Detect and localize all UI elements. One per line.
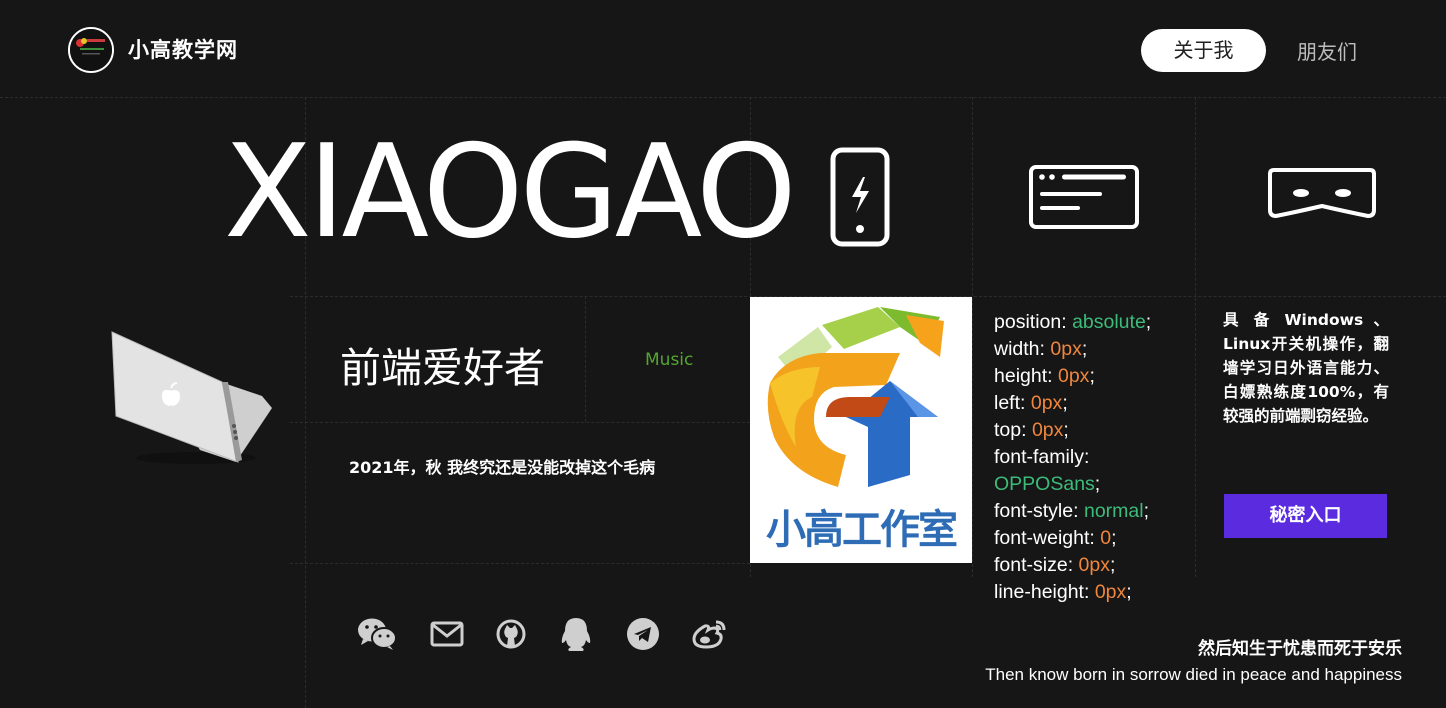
wechat-icon (358, 618, 397, 650)
qq-icon (561, 618, 591, 651)
css-property: width (994, 338, 1040, 360)
telegram-link[interactable] (623, 614, 663, 654)
diary-text: 2021年，秋 我终究还是没能改掉这个毛病 (349, 458, 656, 477)
css-property: line-height (994, 581, 1084, 603)
css-line-height: height: 0px; (994, 365, 1095, 387)
github-icon (496, 619, 526, 649)
css-line-font-size: font-size: 0px; (994, 554, 1116, 576)
email-icon (430, 621, 464, 647)
nav-about-me[interactable]: 关于我 (1141, 29, 1266, 72)
css-value: 0px (1050, 338, 1082, 360)
email-link[interactable] (427, 614, 467, 654)
quote-chinese: 然后知生于忧患而死于安乐 (1198, 639, 1402, 659)
css-value: 0px (1057, 365, 1090, 387)
css-code-snippet: position: absolute; width: 0px; height: 0p… (994, 309, 1151, 606)
css-value: OPPOSans (994, 473, 1095, 495)
qq-link[interactable] (556, 614, 596, 654)
wechat-link[interactable] (357, 614, 397, 654)
css-property: font-size (994, 554, 1068, 576)
grid-line (972, 97, 973, 577)
css-line-position: position: absolute; (994, 311, 1152, 333)
studio-logo: 小高工作室 (750, 297, 972, 563)
css-line-font-style: font-style: normal; (994, 500, 1149, 522)
grid-line (290, 563, 750, 564)
quote-english: Then know born in sorrow died in peace a… (985, 665, 1402, 684)
weibo-icon (692, 620, 726, 649)
studio-logo-graphic (767, 307, 944, 487)
site-logo[interactable] (68, 27, 114, 73)
nav-friends[interactable]: 朋友们 (1297, 36, 1357, 65)
css-value: 0px (1078, 554, 1110, 576)
grid-line (290, 422, 750, 423)
css-line-width: width: 0px; (994, 338, 1088, 360)
music-link[interactable]: Music (645, 350, 693, 370)
css-value: 0px (1031, 419, 1064, 441)
phone-charging-icon (830, 147, 890, 247)
css-property: font-weight (994, 527, 1090, 549)
tagline: 前端爱好者 (340, 344, 545, 392)
grid-line (1195, 97, 1196, 577)
avatar-logo (70, 29, 112, 71)
laptop-image (111, 331, 272, 464)
telegram-icon (627, 618, 659, 650)
css-value: 0px (1030, 392, 1063, 414)
grid-line (585, 296, 586, 422)
css-property: position (994, 311, 1062, 333)
css-property: height (994, 365, 1048, 387)
css-line-line-height: line-height: 0px; (994, 581, 1132, 603)
css-value: 0 (1100, 527, 1112, 549)
css-line-font-weight: font-weight: 0; (994, 527, 1117, 549)
css-property: font-style (994, 500, 1074, 522)
css-value: normal (1083, 500, 1144, 522)
secret-entrance-button[interactable]: 秘密入口 (1224, 494, 1387, 538)
css-value: 0px (1094, 581, 1127, 603)
css-property: font-family (994, 446, 1084, 468)
css-line-font-family: font-family: OPPOSans; (994, 446, 1101, 495)
weibo-link[interactable] (689, 614, 729, 654)
browser-window-icon (1029, 165, 1139, 229)
css-line-top: top: 0px; (994, 419, 1069, 441)
css-property: left (994, 392, 1021, 414)
github-link[interactable] (491, 614, 531, 654)
skills-description: 具 备 Windows 、Linux开关机操作，翻墙学习日外语言能力、白嫖熟练度… (1223, 311, 1389, 425)
studio-name: 小高工作室 (766, 507, 958, 553)
vr-mask-icon (1268, 168, 1376, 219)
site-title[interactable]: 小高教学网 (128, 34, 238, 64)
css-line-left: left: 0px; (994, 392, 1068, 414)
css-value: absolute (1072, 311, 1146, 333)
css-property: top (994, 419, 1022, 441)
hero-title: XIAOGAO (224, 118, 797, 267)
grid-line (0, 97, 1446, 98)
